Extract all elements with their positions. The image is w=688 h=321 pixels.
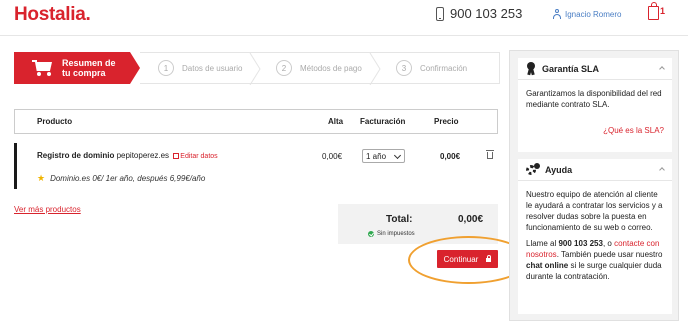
help-paragraph-1: Nuestro equipo de atención al cliente le… — [526, 190, 663, 232]
step-summary-label: Resumen de tu compra — [62, 58, 116, 78]
check-circle-icon — [368, 231, 374, 237]
step-number: 1 — [158, 60, 174, 76]
help-phone: 900 103 253 — [558, 239, 603, 248]
sidebar: Garantía SLA Garantizamos la disponibili… — [509, 50, 679, 321]
product-domain: pepitoperez.es — [116, 151, 170, 160]
tax-note: Sin impuestos — [368, 231, 415, 237]
gears-icon — [526, 163, 540, 176]
column-header-precio: Precio — [434, 117, 459, 126]
user-name[interactable]: Ignacio Romero — [565, 10, 621, 19]
step-label: Datos de usuario — [182, 63, 243, 73]
sla-body: Garantizamos la disponibilidad del red m… — [526, 89, 662, 109]
price-value: 0,00€ — [440, 152, 461, 161]
shopping-bag-icon — [648, 2, 659, 20]
help-body: Nuestro equipo de atención al cliente le… — [518, 181, 672, 282]
checkout-steps: Resumen de tu compra 1 Datos de usuario 2… — [14, 52, 500, 85]
column-header-alta: Alta — [328, 117, 344, 126]
step-number: 2 — [276, 60, 292, 76]
phone-icon — [436, 6, 444, 21]
promo-note: ★ Dominio.es 0€/ 1er año, después 6,99€/… — [37, 173, 206, 183]
hostalia-logo[interactable]: Hostalia. — [14, 4, 91, 26]
step-payment: 2 Métodos de pago — [260, 52, 381, 85]
more-products-link[interactable]: Ver más productos — [14, 205, 81, 214]
total-value: 0,00€ — [458, 214, 484, 225]
chevron-up-icon[interactable] — [659, 66, 665, 72]
header: Hostalia. 900 103 253 Ignacio Romero 1 — [0, 0, 688, 36]
lock-icon — [486, 255, 492, 262]
step-label: Confirmación — [420, 63, 468, 73]
sla-panel: Garantía SLA Garantizamos la disponibili… — [518, 58, 672, 152]
step-user-data: 1 Datos de usuario — [140, 52, 261, 85]
step-number: 3 — [396, 60, 412, 76]
cart-button[interactable]: 1 — [648, 2, 665, 20]
step-label: Métodos de pago — [300, 63, 362, 73]
column-header-facturacion: Facturación — [360, 117, 406, 126]
sla-panel-header[interactable]: Garantía SLA — [518, 58, 672, 80]
step-summary: Resumen de tu compra — [14, 52, 140, 84]
column-header-product: Producto — [37, 117, 73, 126]
medal-icon — [526, 62, 536, 76]
product-type: Registro de dominio — [37, 151, 115, 160]
help-panel: Ayuda Nuestro equipo de atención al clie… — [518, 159, 672, 314]
chevron-down-icon — [393, 151, 402, 160]
edit-data-link[interactable]: Editar datos — [173, 153, 218, 160]
continue-button[interactable]: Continuar — [437, 250, 498, 268]
chat-online-text: chat online — [526, 261, 569, 270]
phone-number: 900 103 253 — [450, 6, 523, 21]
billing-period-select[interactable]: 1 año — [362, 149, 405, 163]
cart-icon — [32, 59, 54, 77]
table-row: Registro de dominio pepitoperez.es Edita… — [14, 143, 498, 189]
alta-value: 0,00€ — [322, 152, 343, 161]
trash-icon[interactable] — [486, 150, 494, 159]
sla-title: Garantía SLA — [542, 63, 600, 74]
chevron-up-icon[interactable] — [659, 167, 665, 173]
total-label: Total: — [386, 214, 413, 225]
star-icon: ★ — [37, 173, 46, 183]
help-paragraph-2: Llame al 900 103 253, o contacte con nos… — [526, 239, 663, 281]
phone-contact: 900 103 253 — [436, 6, 522, 21]
help-panel-header[interactable]: Ayuda — [518, 159, 672, 181]
products-table-header: Producto Alta Facturación Precio — [14, 109, 498, 134]
product-name: Registro de dominio pepitoperez.es Edita… — [37, 151, 218, 160]
help-title: Ayuda — [545, 164, 573, 175]
edit-icon — [173, 153, 180, 159]
what-is-sla-link[interactable]: ¿Qué es la SLA? — [603, 126, 664, 135]
user-icon — [552, 9, 562, 19]
user-account-link[interactable]: Ignacio Romero — [552, 9, 621, 19]
step-confirmation: 3 Confirmación — [380, 52, 500, 84]
cart-count-badge: 1 — [660, 6, 666, 16]
